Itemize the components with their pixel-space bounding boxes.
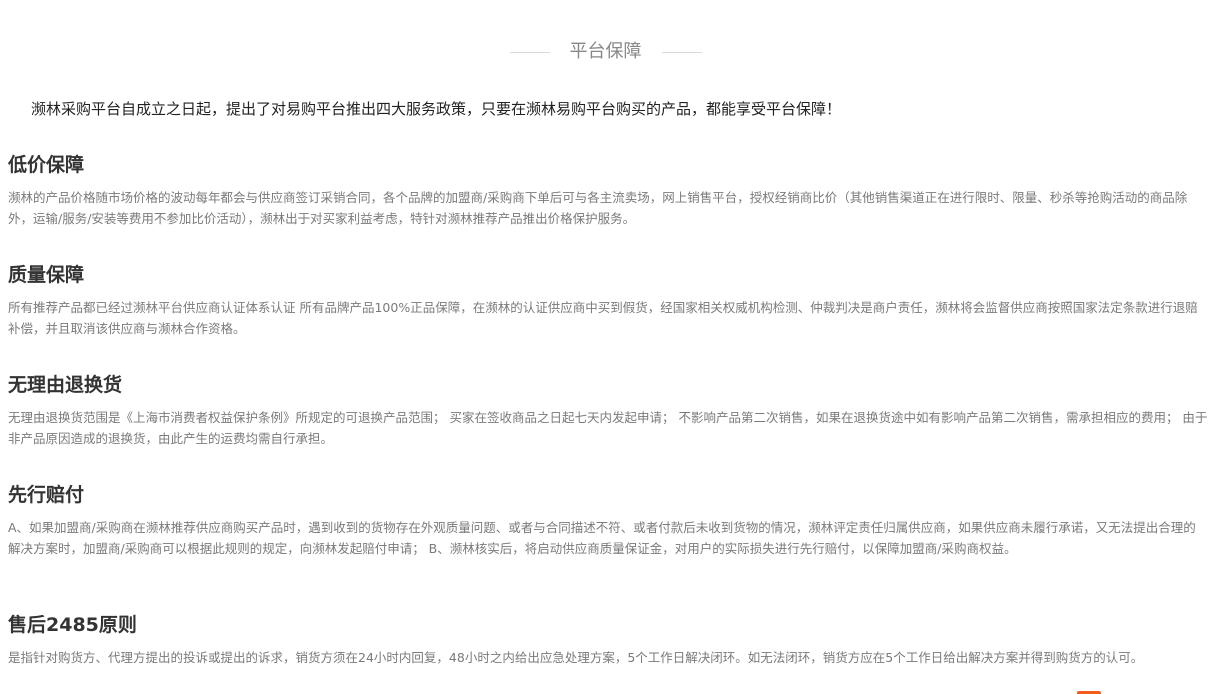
policy-heading: 无理由退换货	[8, 374, 123, 396]
header-line-right	[661, 51, 702, 53]
intro-text: 濒林采购平台自成立之日起，提出了对易购平台推出四大服务政策，只要在濒林易购平台购…	[31, 100, 842, 118]
policy-low-price: 低价保障 濒林的产品价格随市场价格的波动每年都会与供应商签订采销合同，各个品牌的…	[8, 152, 1208, 229]
policy-return: 无理由退换货 无理由退换货范围是《上海市消费者权益保护条例》所规定的可退换产品范…	[8, 372, 1208, 449]
policy-advance-compensation: 先行赔付 A、如果加盟商/采购商在濒林推荐供应商购买产品时，遇到收到的货物存在外…	[8, 482, 1208, 559]
policy-description: A、如果加盟商/采购商在濒林推荐供应商购买产品时，遇到收到的货物存在外观质量问题…	[8, 520, 1196, 556]
platform-guarantee-page: 平台保障 濒林采购平台自成立之日起，提出了对易购平台推出四大服务政策，只要在濒林…	[0, 0, 1211, 694]
policy-description: 濒林的产品价格随市场价格的波动每年都会与供应商签订采销合同，各个品牌的加盟商/采…	[8, 190, 1188, 226]
header-line-left	[509, 51, 550, 53]
section-title: 平台保障	[569, 41, 642, 62]
policy-heading: 低价保障	[8, 154, 85, 176]
policy-heading: 先行赔付	[8, 484, 85, 506]
policy-after-sales-2485: 售后2485原则 是指针对购货方、代理方提出的投诉或提出的诉求，销货方须在24小…	[8, 612, 1208, 668]
policy-description: 无理由退换货范围是《上海市消费者权益保护条例》所规定的可退换产品范围； 买家在签…	[8, 410, 1208, 446]
section-header: 平台保障	[0, 38, 1211, 66]
policy-quality: 质量保障 所有推荐产品都已经过濒林平台供应商认证体系认证 所有品牌产品100%正…	[8, 262, 1208, 339]
policy-description: 所有推荐产品都已经过濒林平台供应商认证体系认证 所有品牌产品100%正品保障，在…	[8, 300, 1198, 336]
policy-heading: 质量保障	[8, 264, 85, 286]
policy-description: 是指针对购货方、代理方提出的投诉或提出的诉求，销货方须在24小时内回复，48小时…	[8, 650, 1144, 665]
policy-heading: 售后2485原则	[8, 614, 137, 636]
